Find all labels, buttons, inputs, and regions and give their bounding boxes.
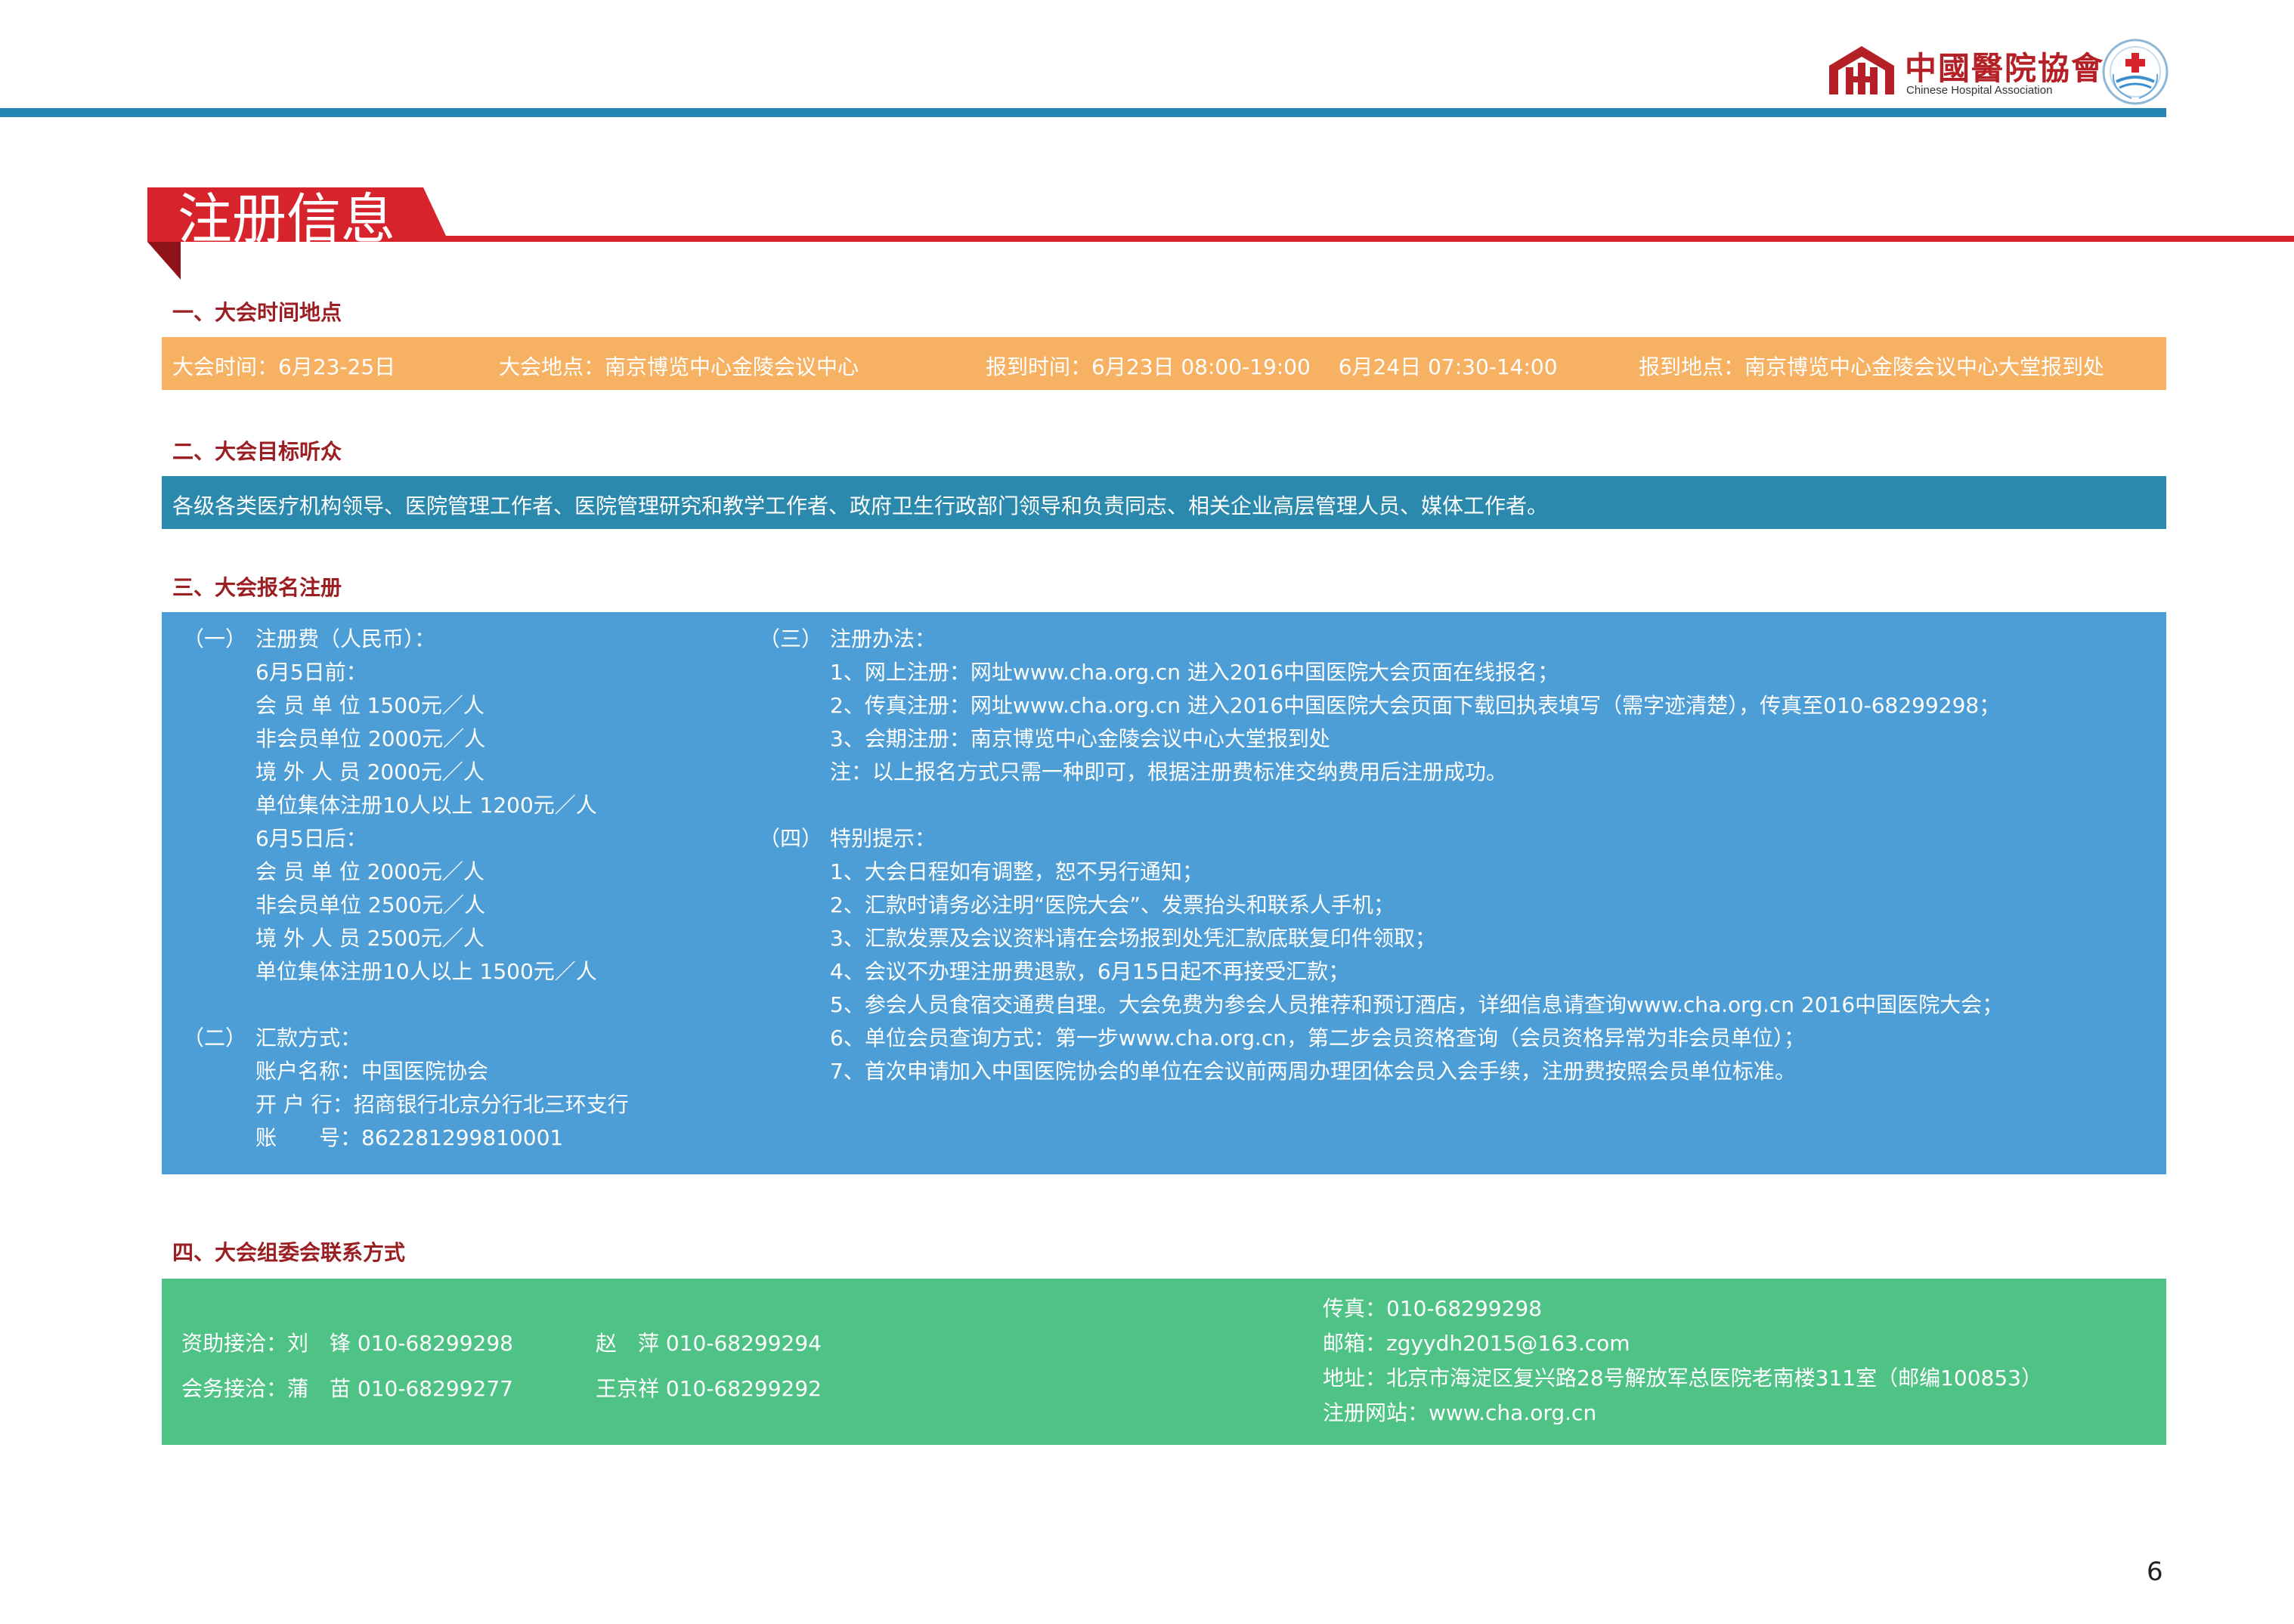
fee-item: 会 员 单 位 1500元／人 [255,693,484,718]
section-3-title: 三、大会报名注册 [172,575,342,600]
payment-title: 汇款方式： [255,1025,362,1050]
page-title: 注册信息 [178,187,396,251]
method-title: 注册办法： [830,626,936,651]
section-3-box: （一） 注册费（人民币）： 6月5日前： 会 员 单 位 1500元／人 非会员… [162,612,2166,1174]
section-2-title: 二、大会目标听众 [172,439,342,464]
title-band [147,187,2294,280]
contact-address: 地址：北京市海淀区复兴路28号解放军总医院老南楼311室（邮编100853） [1323,1366,2042,1390]
fee-title: 注册费（人民币）： [255,626,436,651]
logo-name-en: Chinese Hospital Association [1906,84,2053,97]
association-seal-icon [2102,39,2169,105]
tip-item: 3、汇款发票及会议资料请在会场报到处凭汇款底联复印件领取； [830,926,1436,951]
method-number: （三） [759,626,823,651]
checkin-time: 报到时间：6月23日 08:00-19:00 6月24日 07:30-14:00 [986,354,1558,379]
contact-conference-2: 王京祥 010-68299292 [596,1376,822,1401]
fee-item: 非会员单位 2000元／人 [255,726,486,751]
tips-title: 特别提示： [830,826,936,851]
tip-item: 2、汇款时请务必注明“医院大会”、发票抬头和联系人手机； [830,892,1395,917]
registration-website: 注册网站：www.cha.org.cn [1323,1400,1597,1425]
section-1-box: 大会时间：6月23-25日 大会地点：南京博览中心金陵会议中心 报到时间：6月2… [162,337,2166,390]
conference-venue: 大会地点：南京博览中心金陵会议中心 [499,354,859,379]
logo-name-cn: 中國醫院協會 [1905,50,2105,87]
fee-item: 单位集体注册10人以上 1500元／人 [255,959,597,984]
conference-time: 大会时间：6月23-25日 [172,354,396,379]
contact-email: 邮箱：zgyydh2015@163.com [1323,1331,1630,1356]
fee-item: 单位集体注册10人以上 1200元／人 [255,793,597,818]
fee-item: 非会员单位 2500元／人 [255,892,486,917]
header-rule [0,108,2166,117]
tips-number: （四） [759,826,823,851]
tip-item: 6、单位会员查询方式：第一步www.cha.org.cn，第二步会员资格查询（会… [830,1025,1806,1050]
payment-account-number: 账 号：862281299810001 [255,1125,564,1150]
audience-text: 各级各类医疗机构领导、医院管理工作者、医院管理研究和教学工作者、政府卫生行政部门… [172,493,1549,518]
method-item: 1、网上注册：网址www.cha.org.cn 进入2016中国医院大会页面在线… [830,660,1559,685]
cha-logo-mark-icon [1829,46,1894,94]
method-item: 2、传真注册：网址www.cha.org.cn 进入2016中国医院大会页面下载… [830,693,2001,718]
section-4-title: 四、大会组委会联系方式 [172,1240,406,1265]
fee-number: （一） [183,626,247,651]
method-note: 注：以上报名方式只需一种即可，根据注册费标准交纳费用后注册成功。 [830,759,1508,784]
payment-bank: 开 户 行：招商银行北京分行北三环支行 [255,1092,629,1117]
page-number: 6 [2147,1557,2163,1587]
section-1-title: 一、大会时间地点 [172,300,342,325]
payment-number: （二） [183,1025,247,1050]
contact-fax: 传真：010-68299298 [1323,1296,1543,1321]
contact-sponsorship-2: 赵 萍 010-68299294 [596,1331,822,1356]
checkin-place: 报到地点：南京博览中心金陵会议中心大堂报到处 [1639,354,2105,379]
contact-conference: 会务接洽：蒲 苗 010-68299277 [181,1376,513,1401]
fee-item: 境 外 人 员 2000元／人 [255,759,484,784]
fee-before-label: 6月5日前： [255,660,367,685]
tip-item: 5、参会人员食宿交通费自理。大会免费为参会人员推荐和预订酒店，详细信息请查询ww… [830,992,2004,1017]
tip-item: 7、首次申请加入中国医院协会的单位在会议前两周办理团体会员入会手续，注册费按照会… [830,1059,1796,1084]
tip-item: 1、大会日程如有调整，恕不另行通知； [830,859,1203,884]
payment-account-name: 账户名称：中国医院协会 [255,1059,489,1084]
fee-after-label: 6月5日后： [255,826,367,851]
section-2-box: 各级各类医疗机构领导、医院管理工作者、医院管理研究和教学工作者、政府卫生行政部门… [162,476,2166,529]
fee-item: 境 外 人 员 2500元／人 [255,926,484,951]
contact-sponsorship: 资助接洽：刘 锋 010-68299298 [181,1331,513,1356]
tip-item: 4、会议不办理注册费退款，6月15日起不再接受汇款； [830,959,1350,984]
method-item: 3、会期注册：南京博览中心金陵会议中心大堂报到处 [830,726,1330,751]
section-4-box: 资助接洽：刘 锋 010-68299298 会务接洽：蒲 苗 010-68299… [162,1279,2166,1445]
fee-item: 会 员 单 位 2000元／人 [255,859,484,884]
